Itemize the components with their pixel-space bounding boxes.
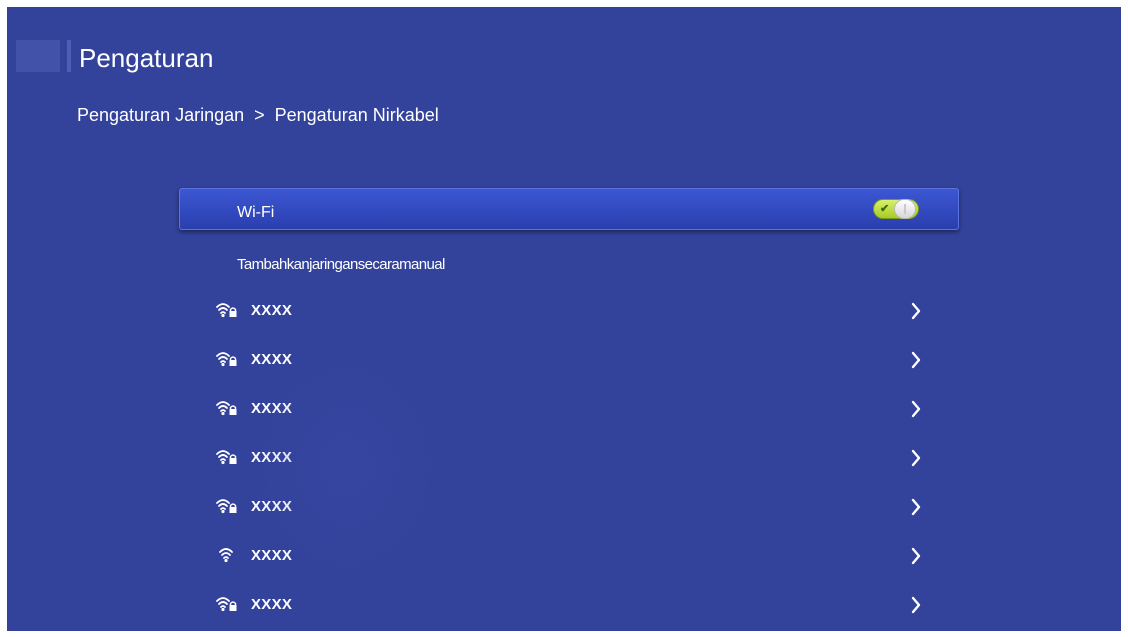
network-name: XXXX (251, 400, 293, 417)
network-item[interactable]: XXXX (212, 297, 932, 325)
chevron-right-icon (910, 399, 922, 419)
wifi-lock-icon (216, 498, 238, 514)
wifi-lock-icon (216, 302, 238, 318)
chevron-right-icon (910, 448, 922, 468)
wifi-lock-icon (216, 400, 238, 416)
network-item[interactable]: XXXX (212, 346, 932, 374)
network-item[interactable]: XXXX (212, 444, 932, 472)
network-list: XXXX XXXX XXXX XXXX XXXX XXXX XXXX (7, 7, 1121, 631)
settings-screen: Pengaturan Pengaturan Jaringan > Pengatura… (7, 7, 1121, 631)
chevron-right-icon (910, 546, 922, 566)
network-item[interactable]: XXXX (212, 493, 932, 521)
network-item[interactable]: XXXX (212, 591, 932, 619)
chevron-right-icon (910, 595, 922, 615)
wifi-lock-icon (216, 351, 238, 367)
chevron-right-icon (910, 350, 922, 370)
network-item[interactable]: XXXX (212, 395, 932, 423)
network-name: XXXX (251, 498, 293, 515)
network-name: XXXX (251, 302, 293, 319)
network-item[interactable]: XXXX (212, 542, 932, 570)
network-name: XXXX (251, 547, 293, 564)
network-name: XXXX (251, 449, 293, 466)
network-name: XXXX (251, 596, 293, 613)
wifi-icon (216, 547, 238, 563)
network-name: XXXX (251, 351, 293, 368)
wifi-lock-icon (216, 449, 238, 465)
chevron-right-icon (910, 497, 922, 517)
wifi-lock-icon (216, 596, 238, 612)
chevron-right-icon (910, 301, 922, 321)
